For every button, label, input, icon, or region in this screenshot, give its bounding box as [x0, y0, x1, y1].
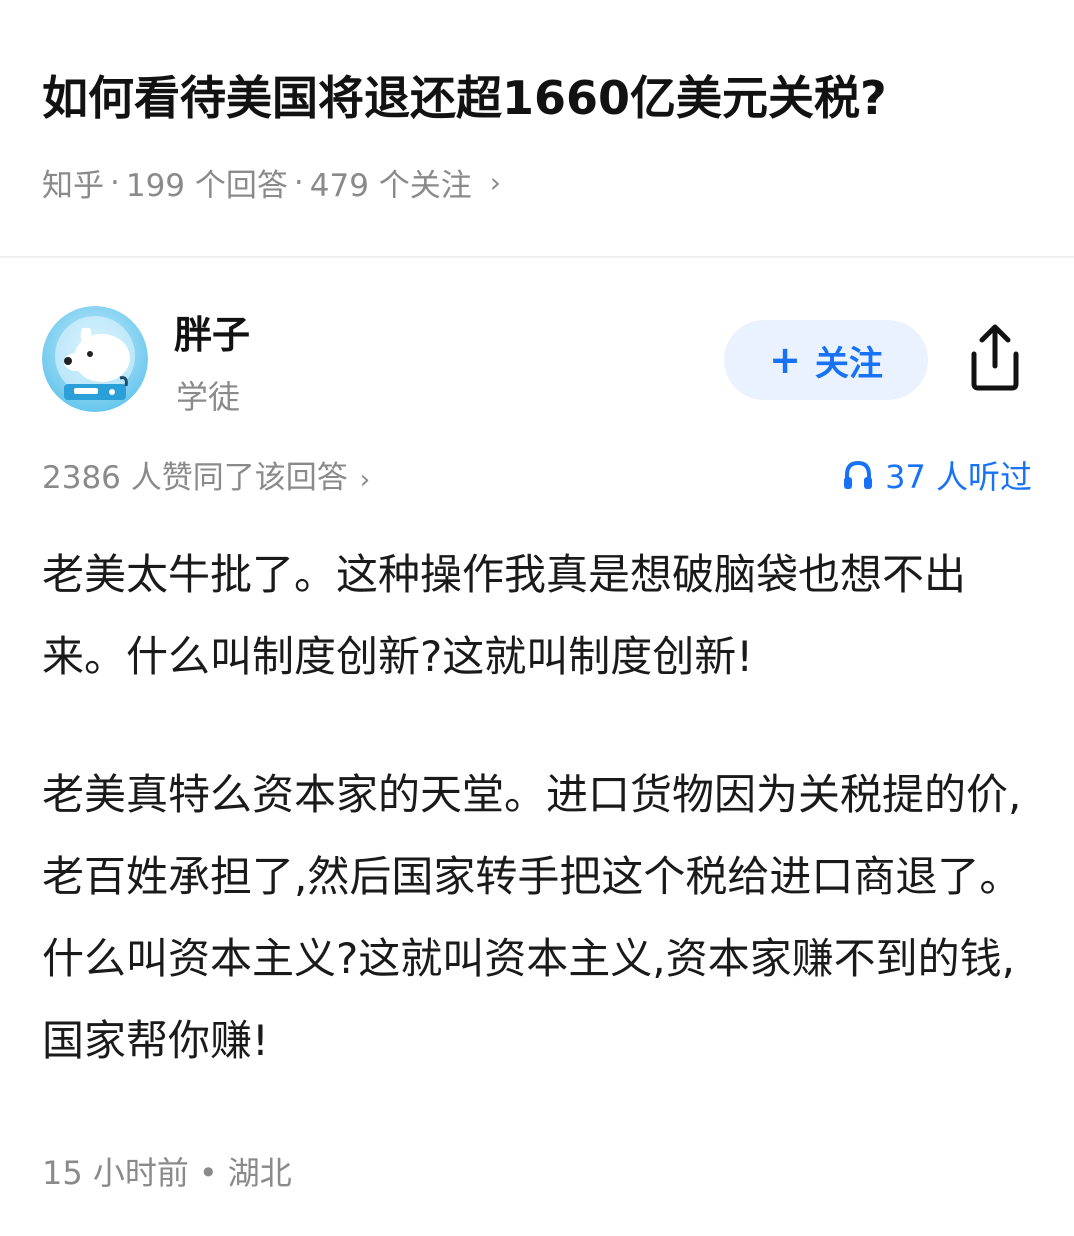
follow-button[interactable]: + 关注 [724, 320, 928, 400]
question-meta[interactable]: 知乎 · 199 个回答 · 479 个关注 › [42, 160, 501, 205]
section-divider [0, 256, 1074, 258]
chevron-right-icon: › [359, 465, 371, 495]
question-title[interactable]: 如何看待美国将退还超1660亿美元关税? [42, 62, 887, 128]
dog-astronaut-avatar-icon [42, 306, 148, 412]
follow-label: 关注 [814, 343, 883, 384]
meta-separator: · [293, 164, 304, 201]
post-time: 15 小时前 [42, 1154, 189, 1192]
likes-count[interactable]: 2386 人赞同了该回答 › [42, 452, 370, 497]
meta-separator: · [110, 164, 120, 201]
author-avatar[interactable] [42, 306, 148, 412]
answer-paragraph: 老美真特么资本家的天堂。进口货物因为关税提的价,老百姓承担了,然后国家转手把这个… [42, 770, 1022, 1065]
likes-label: 2386 人赞同了该回答 [42, 460, 348, 496]
plus-icon: + [769, 338, 801, 382]
headphones-icon [844, 460, 873, 489]
post-location: 湖北 [227, 1154, 292, 1192]
listen-label: 37 人听过 [885, 458, 1032, 496]
answer-footer: 15 小时前 • 湖北 [42, 1148, 292, 1194]
answer-paragraph: 老美太牛批了。这种操作我真是想破脑袋也想不出来。什么叫制度创新?这就叫制度创新! [42, 550, 967, 681]
share-icon [971, 324, 1019, 391]
answer-count: 199 个回答 [125, 168, 288, 204]
author-row: 胖子 学徒 + 关注 [0, 290, 1074, 430]
source-label: 知乎 [42, 168, 104, 204]
author-name[interactable]: 胖子 [174, 304, 250, 359]
chevron-right-icon: › [489, 166, 501, 199]
meta-dot: • [198, 1154, 218, 1192]
answer-stats: 2386 人赞同了该回答 › 37 人听过 [42, 452, 1032, 498]
follower-count: 479 个关注 [309, 168, 472, 204]
question-header: 如何看待美国将退还超1660亿美元关税? 知乎 · 199 个回答 · 479 … [0, 0, 1074, 258]
author-title: 学徒 [176, 378, 241, 416]
share-button[interactable] [964, 322, 1026, 394]
answer-body[interactable]: 老美太牛批了。这种操作我真是想破脑袋也想不出来。什么叫制度创新?这就叫制度创新!… [42, 534, 1032, 1082]
listen-count[interactable]: 37 人听过 [841, 452, 1032, 498]
